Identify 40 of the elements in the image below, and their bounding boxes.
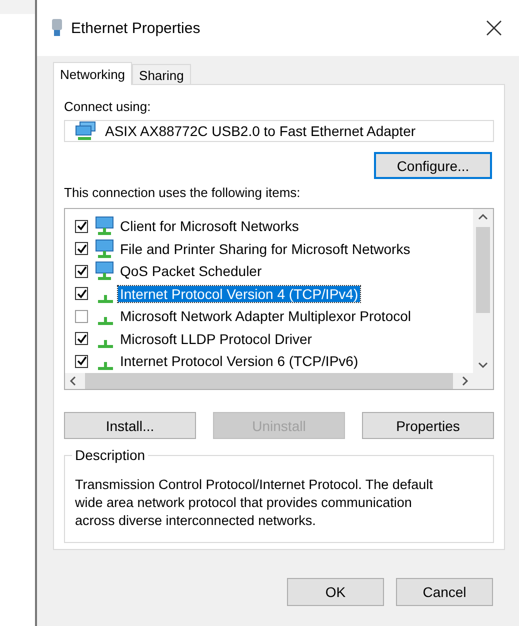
network-computer-icon [95,261,115,282]
dialog-button[interactable]: Cancel [396,578,493,606]
vertical-scrollbar[interactable] [473,209,493,372]
protocol-icon [98,362,113,370]
list-item[interactable]: Internet Protocol Version 4 (TCP/IPv4) [118,286,360,302]
tab[interactable]: Networking [53,62,132,85]
list-item[interactable]: Internet Protocol Version 6 (TCP/IPv6) [118,353,360,370]
connect-using-label: Connect using: [64,99,152,114]
protocol-icon [98,317,113,326]
items-label: This connection uses the following items: [64,185,302,200]
close-icon [486,20,502,36]
adapter-field: ASIX AX88772C USB2.0 to Fast Ethernet Adapter [64,120,494,142]
configure-button[interactable]: Configure... [374,152,492,179]
description-title: Description [72,447,148,463]
list-item[interactable]: Microsoft Network Adapter Multiplexor Protocol [118,308,413,324]
network-computer-icon [95,216,115,236]
description-text: Transmission Control Protocol/Internet Protocol. The default wide area network protocol that provides communication across diverse interconnected networks. [75,476,434,530]
checkbox[interactable] [75,264,88,278]
usb-plug-icon [51,18,63,38]
list-item[interactable]: File and Printer Sharing for Microsoft Networks [118,240,412,257]
checkbox[interactable] [75,287,88,300]
checkbox[interactable] [75,242,88,256]
network-adapter-icon [75,121,97,141]
list-item[interactable]: Client for Microsoft Networks [118,218,301,234]
checkbox[interactable] [75,332,88,346]
window-title: Ethernet Properties [71,20,202,36]
item-action-button[interactable]: Properties [362,412,494,439]
checkbox[interactable] [75,310,88,323]
checkbox[interactable] [75,354,88,368]
protocol-icon [98,294,113,303]
item-action-button[interactable]: Install... [64,412,196,439]
dialog-button[interactable]: OK [287,578,384,606]
tab[interactable]: Sharing [132,64,191,84]
checkbox[interactable] [75,220,88,233]
list-item[interactable]: QoS Packet Scheduler [118,263,264,280]
background-window-edge [0,0,35,14]
protocol-icon [98,340,113,348]
list-item[interactable]: Microsoft LLDP Protocol Driver [118,330,314,347]
network-computer-icon [95,238,115,259]
horizontal-scrollbar[interactable] [65,372,493,389]
